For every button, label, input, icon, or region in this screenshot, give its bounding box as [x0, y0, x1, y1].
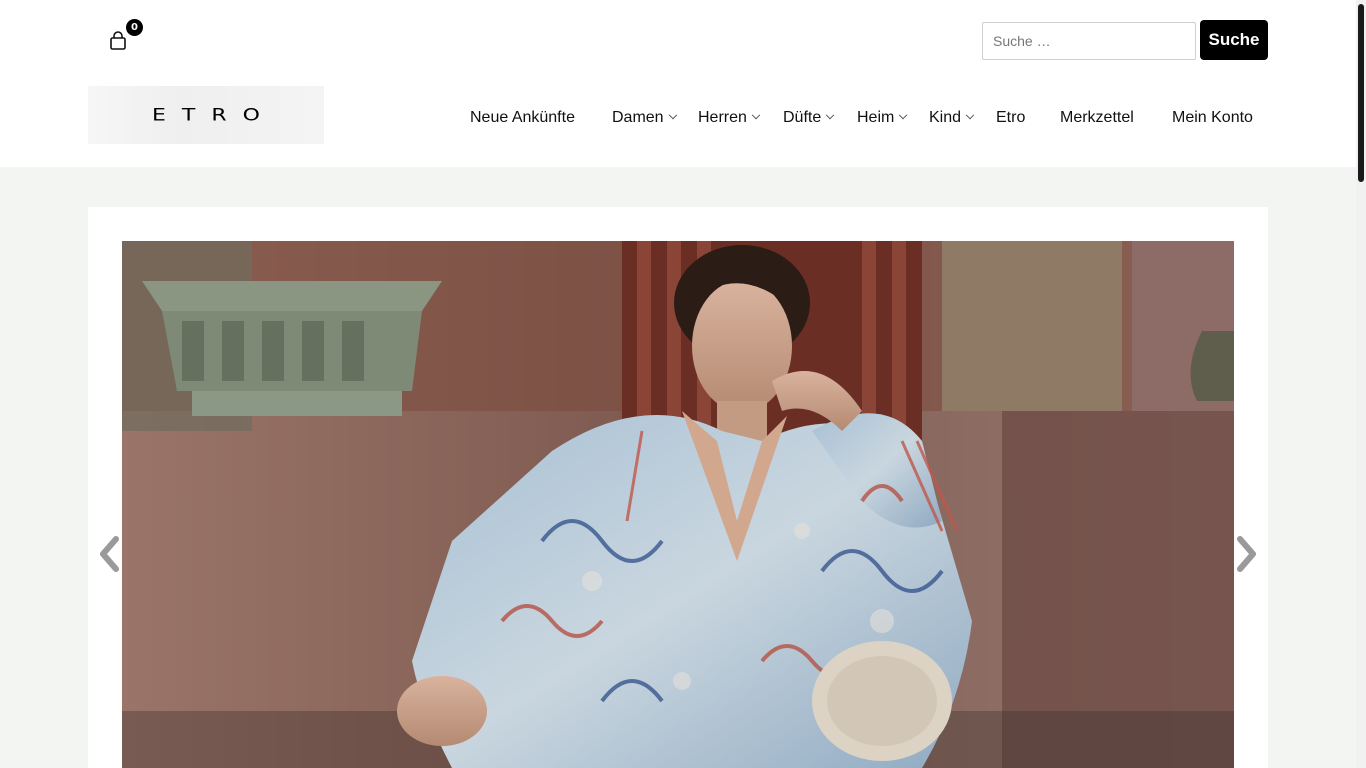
hero-slide-image[interactable] [122, 241, 1234, 768]
chevron-down-icon [751, 110, 761, 120]
nav-item-damen[interactable]: Damen [612, 106, 677, 130]
chevron-down-icon [668, 110, 677, 120]
logo-text: ETRO [152, 105, 276, 125]
chevron-down-icon [965, 110, 975, 120]
nav-item-label: Neue Ankünfte [470, 109, 575, 126]
nav-item-label: Heim [857, 109, 895, 126]
nav-item-label: Düfte [783, 109, 822, 126]
nav-item-duefte[interactable]: Düfte [783, 106, 835, 130]
nav-item-herren[interactable]: Herren [698, 106, 761, 130]
nav-item-heim[interactable]: Heim [857, 106, 908, 130]
nav-item-label: Mein Konto [1172, 109, 1253, 126]
nav-item-label: Kind [929, 109, 962, 126]
cart-count-badge: 0 [126, 19, 143, 36]
etro-logo[interactable]: ETRO [88, 86, 324, 144]
shopping-bag-icon [108, 30, 128, 52]
nav-item-label: Etro [996, 109, 1026, 126]
cart-button[interactable] [108, 30, 128, 52]
nav-item-label: Herren [698, 109, 747, 126]
slider-next-button[interactable] [1232, 535, 1262, 577]
scrollbar-thumb[interactable] [1358, 4, 1364, 182]
page-scrollbar[interactable] [1356, 0, 1366, 768]
nav-item-label: Merkzettel [1060, 109, 1134, 126]
site-header: 0 Suche ETRO Neue Ankünfte Damen Herren … [0, 0, 1356, 167]
search-input[interactable] [982, 22, 1196, 60]
chevron-down-icon [899, 110, 908, 120]
nav-item-neue-ankuenfte[interactable]: Neue Ankünfte [470, 106, 575, 130]
chevron-left-icon [98, 535, 120, 577]
search-button[interactable]: Suche [1200, 20, 1268, 60]
chevron-right-icon [1236, 535, 1258, 577]
nav-item-label: Damen [612, 109, 664, 126]
nav-item-etro[interactable]: Etro [996, 106, 1025, 130]
nav-item-kind[interactable]: Kind [929, 106, 975, 130]
slider-prev-button[interactable] [94, 535, 124, 577]
nav-item-mein-konto[interactable]: Mein Konto [1172, 106, 1253, 130]
chevron-down-icon [826, 110, 835, 120]
nav-item-merkzettel[interactable]: Merkzettel [1060, 106, 1134, 130]
